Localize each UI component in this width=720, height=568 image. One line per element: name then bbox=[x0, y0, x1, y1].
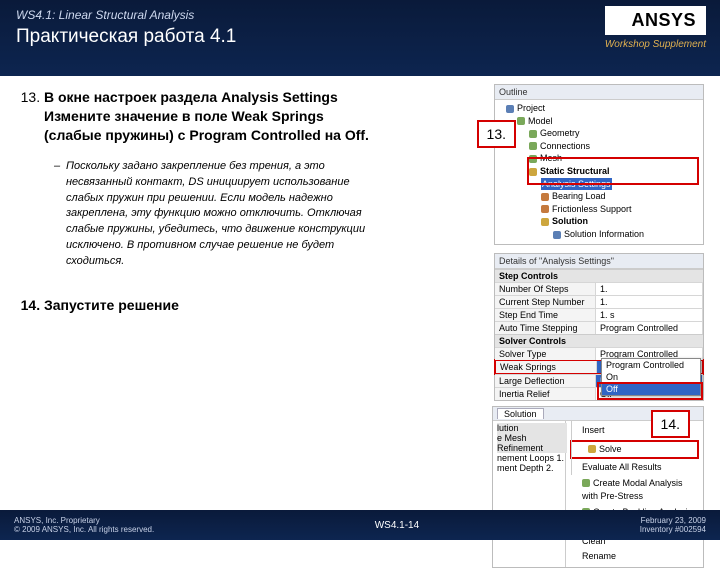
bearing-icon bbox=[541, 193, 549, 201]
geometry-icon bbox=[529, 130, 537, 138]
highlight-off-option bbox=[597, 382, 703, 400]
ctx-eval[interactable]: Evaluate All Results bbox=[566, 460, 703, 476]
tree-bearing-load[interactable]: Bearing Load bbox=[505, 190, 699, 203]
frag-lution: lution bbox=[497, 423, 567, 433]
footer-date: February 23, 2009 bbox=[640, 516, 706, 525]
dd-program-controlled[interactable]: Program Controlled bbox=[602, 359, 700, 371]
footer-proprietary: ANSYS, Inc. Proprietary bbox=[14, 516, 154, 525]
row-auto-ts[interactable]: Auto Time SteppingProgram Controlled bbox=[495, 321, 703, 334]
step-13-note: Поскольку задано закрепление без трения,… bbox=[54, 159, 384, 271]
slide-header: WS4.1: Linear Structural Analysis Практи… bbox=[0, 0, 720, 76]
screenshot-column: Outline Project Model Geometry Connectio… bbox=[494, 84, 704, 409]
group-solver-controls: Solver Controls bbox=[495, 334, 703, 347]
frag-mesh: e Mesh Refinement bbox=[497, 433, 567, 453]
solution-tab[interactable]: Solution bbox=[497, 408, 544, 419]
modal-icon bbox=[582, 479, 590, 487]
supplement-label: Workshop Supplement bbox=[605, 39, 706, 50]
row-current-step[interactable]: Current Step Number1. bbox=[495, 295, 703, 308]
solution-icon bbox=[541, 218, 549, 226]
tree-model[interactable]: Model bbox=[505, 115, 699, 128]
details-panel: Details of "Analysis Settings" Step Cont… bbox=[494, 253, 704, 401]
frag-loops: nement Loops 1. bbox=[497, 453, 567, 463]
solinfo-icon bbox=[553, 231, 561, 239]
outline-panel: Outline Project Model Geometry Connectio… bbox=[494, 84, 704, 245]
frag-depth: ment Depth 2. bbox=[497, 463, 567, 473]
row-num-steps[interactable]: Number Of Steps1. bbox=[495, 282, 703, 295]
step-14-text: Запустите решение bbox=[44, 297, 179, 313]
details-title: Details of "Analysis Settings" bbox=[495, 254, 703, 269]
context-menu: Insert Solve Evaluate All Results Create… bbox=[565, 421, 703, 567]
outline-title: Outline bbox=[495, 85, 703, 100]
callout-13: 13. bbox=[477, 120, 516, 148]
step-14: Запустите решение bbox=[44, 296, 384, 315]
step-13-text: В окне настроек раздела Analysis Setting… bbox=[44, 89, 369, 143]
highlight-static-structural bbox=[527, 157, 699, 185]
footer-left: ANSYS, Inc. Proprietary © 2009 ANSYS, In… bbox=[14, 516, 154, 534]
footer-pagenum: WS4.1-14 bbox=[375, 520, 419, 531]
row-step-end[interactable]: Step End Time1. s bbox=[495, 308, 703, 321]
solve-icon bbox=[588, 445, 596, 453]
footer-right: February 23, 2009 Inventory #002594 bbox=[640, 516, 706, 534]
tree-solution-info[interactable]: Solution Information bbox=[505, 228, 699, 241]
connections-icon bbox=[529, 142, 537, 150]
slide-title: Практическая работа 4.1 bbox=[16, 26, 704, 48]
frictionless-icon bbox=[541, 205, 549, 213]
ctx-modal[interactable]: Create Modal Analysis with Pre-Stress bbox=[566, 476, 703, 505]
callout-14: 14. bbox=[651, 410, 690, 438]
logo-block: ANSYS Workshop Supplement bbox=[605, 6, 706, 50]
ctx-rename[interactable]: Rename bbox=[566, 549, 703, 565]
tree-frictionless[interactable]: Frictionless Support bbox=[505, 203, 699, 216]
slide-footer: ANSYS, Inc. Proprietary © 2009 ANSYS, In… bbox=[0, 510, 720, 540]
ctx-solve[interactable]: Solve bbox=[570, 440, 699, 460]
tree-project[interactable]: Project bbox=[505, 102, 699, 115]
left-fragment: lution e Mesh Refinement nement Loops 1.… bbox=[493, 421, 572, 475]
step-13-sublist: Поскольку задано закрепление без трения,… bbox=[54, 159, 384, 271]
project-icon bbox=[506, 105, 514, 113]
model-icon bbox=[517, 117, 525, 125]
chapter-label: WS4.1: Linear Structural Analysis bbox=[16, 8, 704, 22]
footer-copyright: © 2009 ANSYS, Inc. All rights reserved. bbox=[14, 525, 154, 534]
footer-inventory: Inventory #002594 bbox=[640, 525, 706, 534]
tree-geometry[interactable]: Geometry bbox=[505, 127, 699, 140]
group-step-controls: Step Controls bbox=[495, 269, 703, 282]
ansys-logo: ANSYS bbox=[605, 6, 706, 35]
tree-solution[interactable]: Solution bbox=[505, 215, 699, 228]
tree-connections[interactable]: Connections bbox=[505, 140, 699, 153]
step-13: В окне настроек раздела Analysis Setting… bbox=[44, 88, 384, 270]
